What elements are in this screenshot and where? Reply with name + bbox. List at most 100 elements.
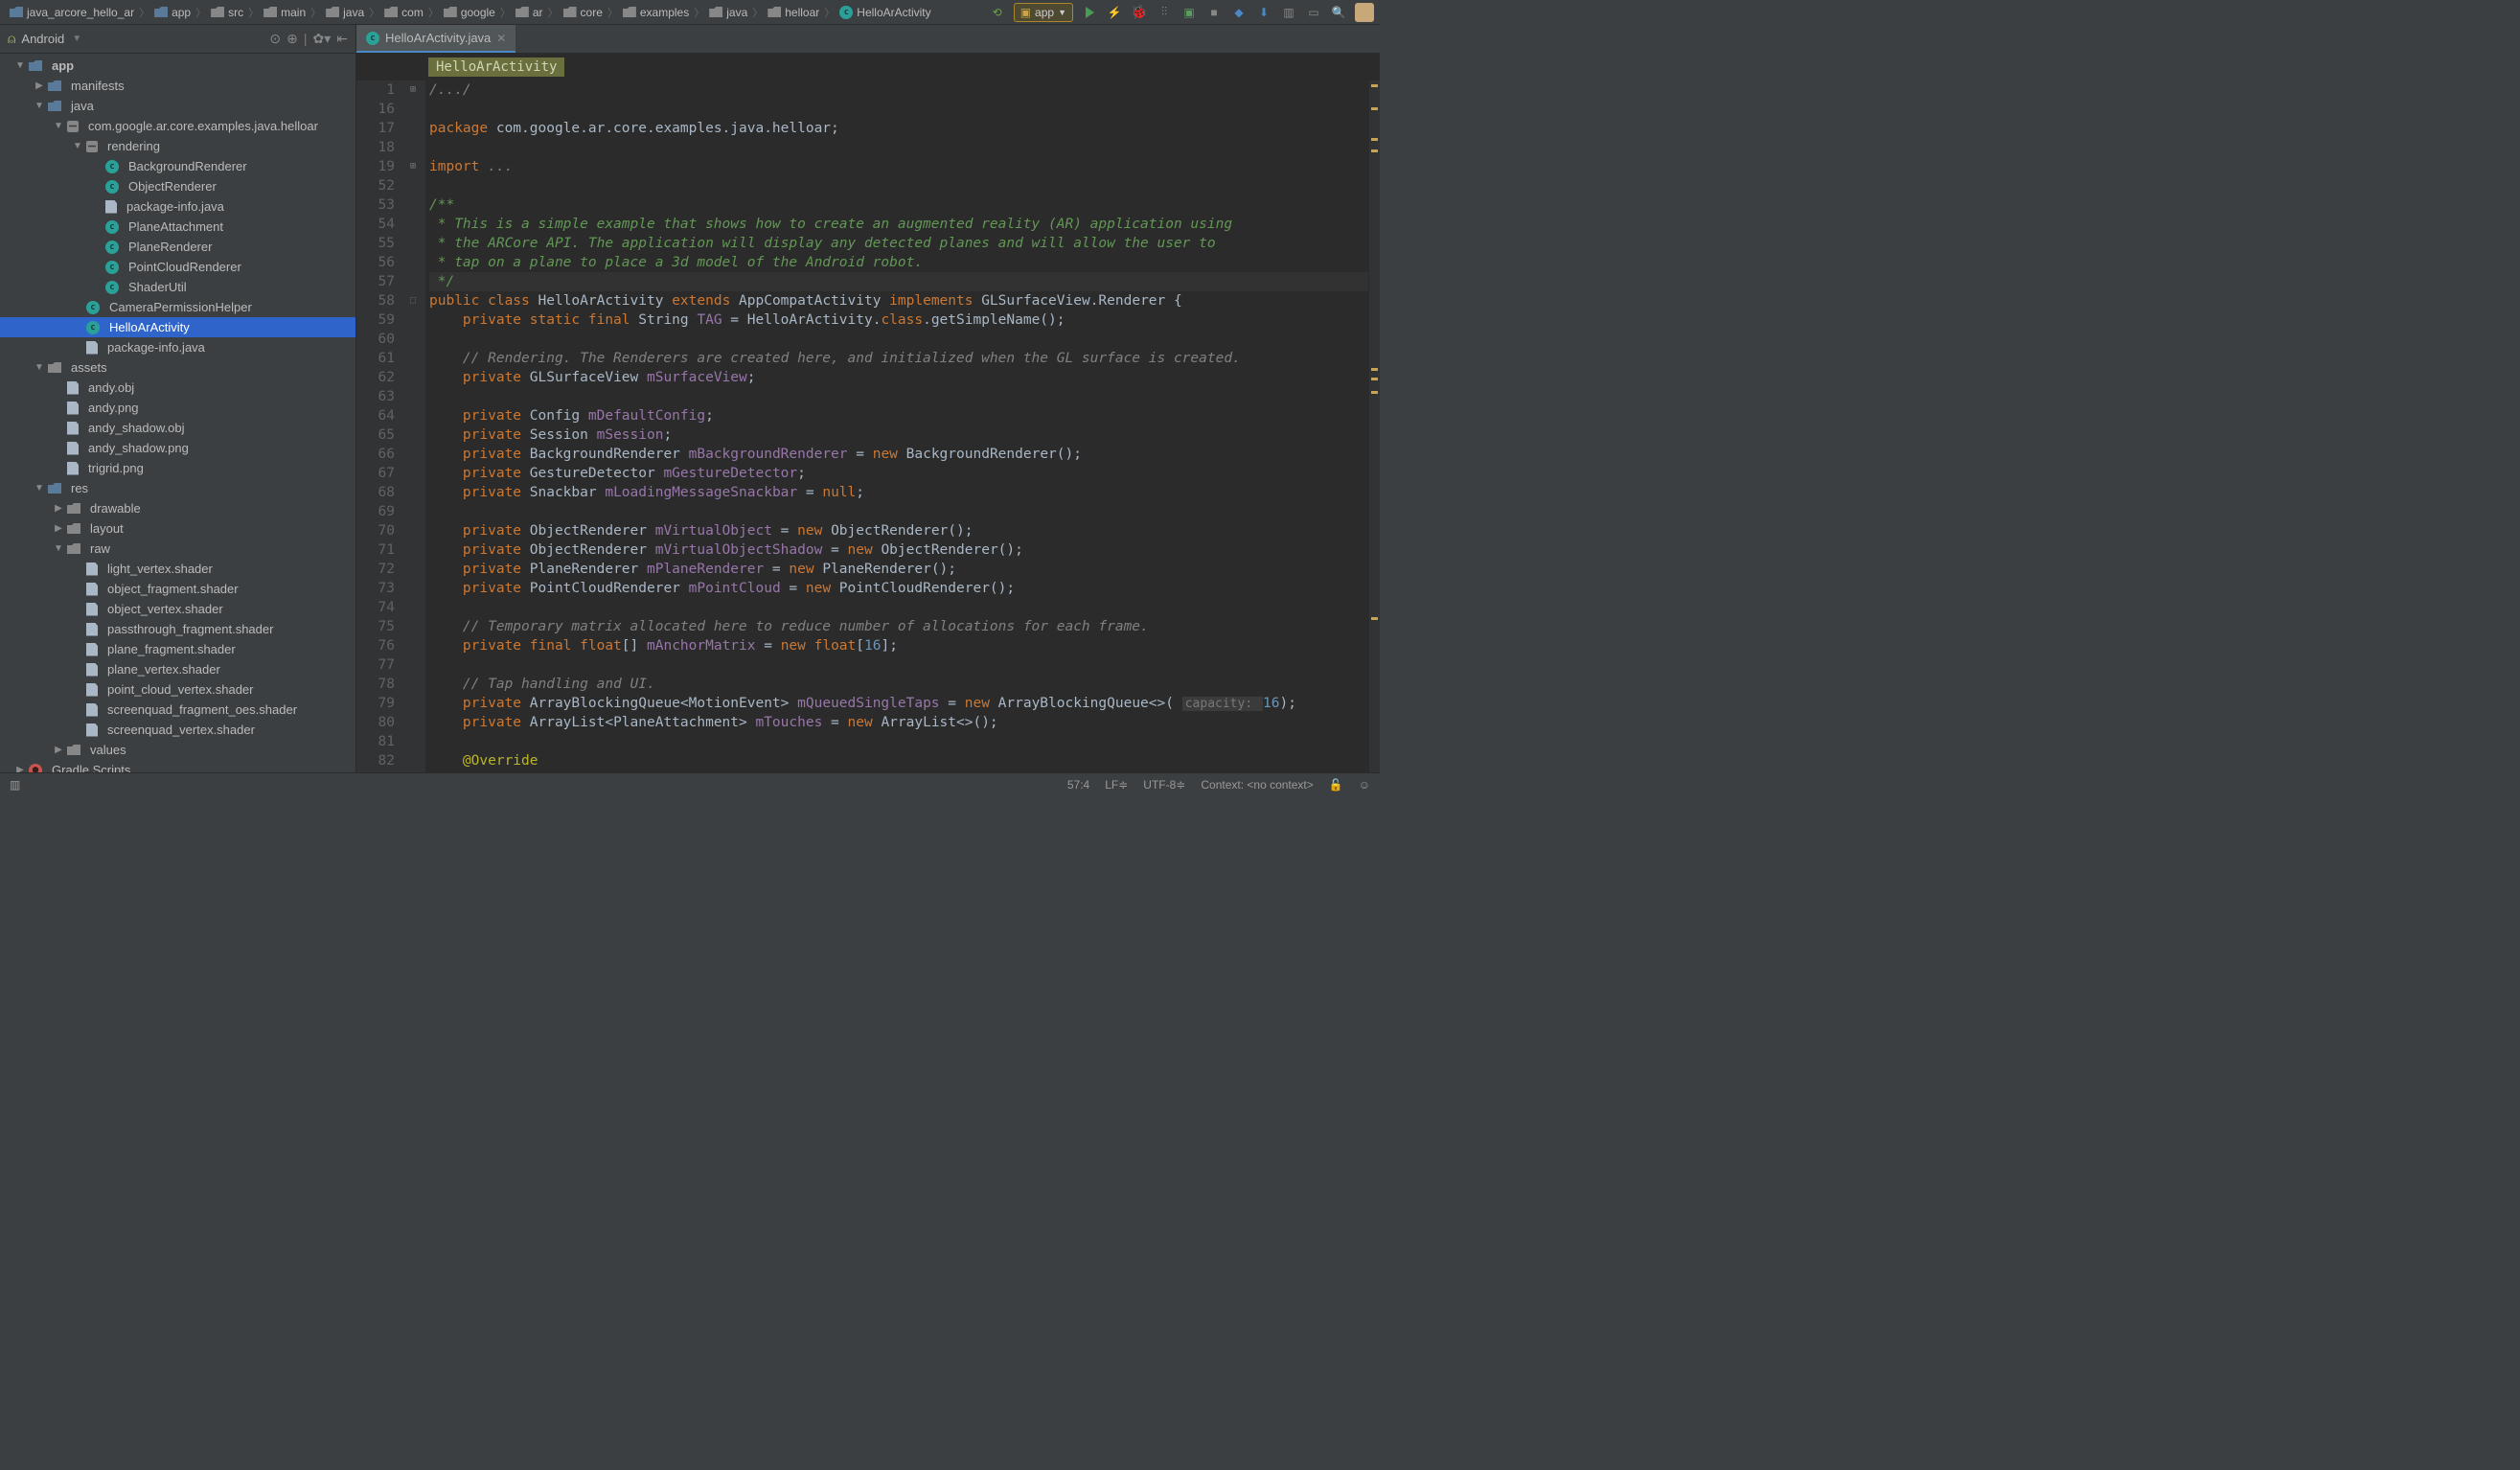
- expand-arrow[interactable]: ▼: [15, 60, 25, 71]
- tree-node[interactable]: ▶layout: [0, 518, 355, 539]
- tree-node[interactable]: ▶values: [0, 740, 355, 760]
- tree-node[interactable]: point_cloud_vertex.shader: [0, 679, 355, 700]
- file-encoding[interactable]: UTF-8≑: [1143, 778, 1185, 792]
- project-panel-header[interactable]: ⍝ Android ▼ ⊙ ⊕ | ✿▾ ⇤: [0, 25, 355, 54]
- hide-icon[interactable]: ⇤: [336, 31, 348, 47]
- apply-changes-icon[interactable]: ⚡: [1106, 4, 1123, 21]
- debug-button[interactable]: 🐞: [1131, 4, 1148, 21]
- tree-node[interactable]: package-info.java: [0, 337, 355, 357]
- chevron-down-icon: ▼: [72, 34, 81, 44]
- device-icon[interactable]: ▭: [1305, 4, 1322, 21]
- tree-node[interactable]: plane_vertex.shader: [0, 659, 355, 679]
- tree-node[interactable]: passthrough_fragment.shader: [0, 619, 355, 639]
- tree-node[interactable]: ▼assets: [0, 357, 355, 378]
- close-icon[interactable]: ✕: [496, 32, 506, 45]
- expand-arrow[interactable]: ▶: [54, 503, 63, 514]
- tree-node[interactable]: cPointCloudRenderer: [0, 257, 355, 277]
- breadcrumb-item[interactable]: helloar: [764, 6, 823, 19]
- tree-node[interactable]: object_vertex.shader: [0, 599, 355, 619]
- collapse-icon[interactable]: ⊙: [269, 31, 281, 47]
- tree-node[interactable]: ▶manifests: [0, 76, 355, 96]
- tree-node[interactable]: ▼java: [0, 96, 355, 116]
- run-config-selector[interactable]: ▣ app ▼: [1014, 3, 1073, 22]
- line-ending[interactable]: LF≑: [1105, 778, 1128, 792]
- breadcrumb-item[interactable]: java_arcore_hello_ar: [6, 6, 138, 19]
- tree-node[interactable]: cPlaneAttachment: [0, 217, 355, 237]
- breadcrumb-item[interactable]: java: [322, 6, 368, 19]
- tree-node[interactable]: cBackgroundRenderer: [0, 156, 355, 176]
- context-label[interactable]: Context: <no context>: [1201, 778, 1313, 792]
- tree-node[interactable]: ▶⬢Gradle Scripts: [0, 760, 355, 772]
- tree-node[interactable]: andy.obj: [0, 378, 355, 398]
- tree-node[interactable]: cHelloArActivity: [0, 317, 355, 337]
- class-icon: c: [105, 220, 119, 234]
- run-button[interactable]: [1081, 4, 1098, 21]
- tree-node[interactable]: cPlaneRenderer: [0, 237, 355, 257]
- breadcrumb-item[interactable]: app: [150, 6, 195, 19]
- expand-arrow[interactable]: ▶: [34, 80, 44, 91]
- expand-arrow[interactable]: ▶: [15, 765, 25, 772]
- lock-icon[interactable]: 🔓: [1329, 778, 1343, 792]
- source-text[interactable]: /.../package com.google.ar.core.examples…: [425, 80, 1368, 772]
- expand-arrow[interactable]: ▼: [34, 101, 44, 111]
- expand-arrow[interactable]: ▼: [34, 483, 44, 494]
- tree-node[interactable]: ▼rendering: [0, 136, 355, 156]
- tree-node[interactable]: object_fragment.shader: [0, 579, 355, 599]
- expand-arrow[interactable]: ▶: [54, 745, 63, 755]
- tree-node[interactable]: cObjectRenderer: [0, 176, 355, 196]
- tree-node[interactable]: screenquad_vertex.shader: [0, 720, 355, 740]
- breadcrumb-item[interactable]: google: [440, 6, 499, 19]
- editor-tab[interactable]: c HelloArActivity.java ✕: [356, 25, 515, 53]
- gutter-icons[interactable]: ⊞⊞⬚◑↑: [401, 80, 425, 772]
- stop-icon[interactable]: ■: [1205, 4, 1223, 21]
- file-icon: [86, 703, 98, 717]
- expand-arrow[interactable]: ▶: [54, 523, 63, 534]
- breadcrumb-item[interactable]: java: [705, 6, 751, 19]
- tree-node[interactable]: ▶drawable: [0, 498, 355, 518]
- tree-node[interactable]: ▼res: [0, 478, 355, 498]
- profile-icon[interactable]: ⫶⫶: [1156, 4, 1173, 21]
- breadcrumb-item[interactable]: main: [260, 6, 309, 19]
- project-tree[interactable]: ▼app▶manifests▼java▼com.google.ar.core.e…: [0, 54, 355, 772]
- attach-icon[interactable]: ▣: [1180, 4, 1198, 21]
- tree-node[interactable]: ▼app: [0, 56, 355, 76]
- tree-node[interactable]: ▼raw: [0, 539, 355, 559]
- tree-node[interactable]: cCameraPermissionHelper: [0, 297, 355, 317]
- tree-node[interactable]: andy.png: [0, 398, 355, 418]
- gear-icon[interactable]: ✿▾: [313, 31, 332, 47]
- target-icon[interactable]: ⊕: [286, 31, 298, 47]
- line-gutter[interactable]: 1161718195253545556575859606162636465666…: [356, 80, 401, 772]
- avatar[interactable]: [1355, 3, 1374, 22]
- tree-node[interactable]: trigrid.png: [0, 458, 355, 478]
- expand-arrow[interactable]: ▼: [54, 543, 63, 554]
- expand-arrow[interactable]: ▼: [54, 121, 63, 131]
- expand-arrow[interactable]: ▼: [73, 141, 82, 151]
- breadcrumb-item[interactable]: com: [380, 6, 427, 19]
- code-area[interactable]: 1161718195253545556575859606162636465666…: [356, 80, 1380, 772]
- breadcrumb-item[interactable]: cHelloArActivity: [836, 6, 934, 19]
- sdkmgr-icon[interactable]: ⬇: [1255, 4, 1272, 21]
- inspector-icon[interactable]: ☺: [1359, 778, 1370, 792]
- breadcrumb-item[interactable]: examples: [619, 6, 693, 19]
- caret-position[interactable]: 57:4: [1067, 778, 1089, 792]
- toolwindow-icon[interactable]: ▥: [10, 778, 20, 792]
- search-icon[interactable]: 🔍: [1330, 4, 1347, 21]
- expand-arrow[interactable]: ▼: [34, 362, 44, 373]
- sync-icon[interactable]: ⟲: [989, 4, 1006, 21]
- tree-node[interactable]: light_vertex.shader: [0, 559, 355, 579]
- tree-node[interactable]: andy_shadow.png: [0, 438, 355, 458]
- avdmgr-icon[interactable]: ◆: [1230, 4, 1248, 21]
- breadcrumb-item[interactable]: ar: [512, 6, 547, 19]
- tree-node[interactable]: cShaderUtil: [0, 277, 355, 297]
- breadcrumb-item[interactable]: core: [560, 6, 607, 19]
- editor-nav-item[interactable]: HelloArActivity: [428, 57, 564, 77]
- tree-node[interactable]: package-info.java: [0, 196, 355, 217]
- layoutinsp-icon[interactable]: ▥: [1280, 4, 1297, 21]
- tree-node[interactable]: andy_shadow.obj: [0, 418, 355, 438]
- file-icon: [67, 381, 79, 395]
- tree-node[interactable]: screenquad_fragment_oes.shader: [0, 700, 355, 720]
- breadcrumb-item[interactable]: src: [207, 6, 247, 19]
- tree-node[interactable]: plane_fragment.shader: [0, 639, 355, 659]
- tree-node[interactable]: ▼com.google.ar.core.examples.java.helloa…: [0, 116, 355, 136]
- error-stripe[interactable]: [1368, 80, 1380, 772]
